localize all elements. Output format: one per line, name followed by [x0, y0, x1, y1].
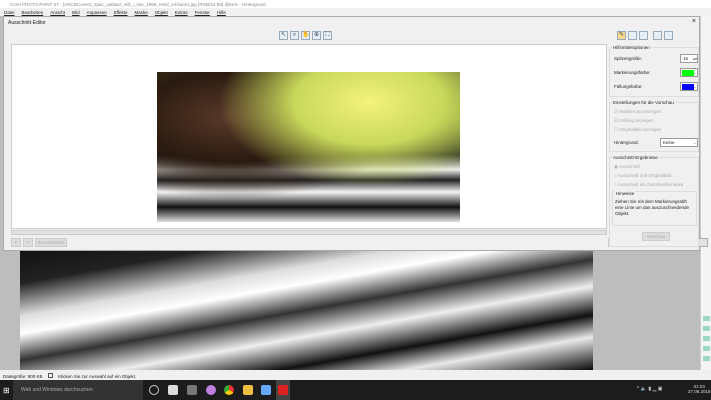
menu-hilfe[interactable]: Hilfe	[217, 10, 226, 15]
tool-a-icon[interactable]	[653, 31, 662, 40]
hint-box: Hinweise Ziehen Sie mit dem Markierungss…	[612, 191, 697, 226]
marker-color-label: Markierungsfarbe:	[614, 70, 651, 75]
menu-fenster[interactable]: Fenster	[195, 10, 210, 15]
label: Ausschnitt als Zuschneidemaske	[617, 182, 684, 187]
tool-options-group: Hilfsmitteloptionen Spitzengröße: 15 ▴▾ M…	[609, 45, 699, 97]
system-tray-icons[interactable]: ^ 🔈 ▮ ▁ ▣	[637, 386, 662, 392]
fill-icon[interactable]	[639, 31, 648, 40]
close-icon[interactable]: ×	[692, 18, 696, 25]
horizontal-scrollbar[interactable]	[11, 230, 607, 235]
file-explorer-icon[interactable]	[243, 385, 253, 395]
label: Ausschnitt und Originalbild	[617, 173, 672, 178]
reset-button[interactable]: Zurücksetzen	[35, 238, 67, 247]
result-clipmask-radio[interactable]: ○ Ausschnitt als Zuschneidemaske	[614, 182, 683, 187]
image-app-icon[interactable]	[261, 385, 271, 395]
menu-objekt[interactable]: Objekt	[155, 10, 168, 15]
zoom-tool-icon[interactable]: ⌕	[290, 31, 299, 40]
view-toolbar: ↖ ⌕ ✋ ⊕ ⛶	[279, 31, 332, 40]
cutout-editor-dialog: Ausschnitt-Editor × ↖ ⌕ ✋ ⊕ ⛶ ↶ ↷ Zurück…	[3, 16, 708, 251]
show-original-checkbox[interactable]: ☐ Originalbild anzeigen	[614, 127, 661, 133]
hint-heading: Hinweise	[615, 191, 636, 196]
menu-datei[interactable]: Datei	[4, 10, 15, 15]
fullscreen-icon[interactable]: ⛶	[323, 31, 332, 40]
document-image[interactable]	[20, 250, 593, 370]
group-heading: Einstellungen für die Vorschau	[612, 100, 675, 105]
menu-ansicht[interactable]: Ansicht	[50, 10, 65, 15]
tool-b-icon[interactable]	[664, 31, 673, 40]
redo-button[interactable]: ↷	[23, 238, 33, 247]
fill-color-picker[interactable]: ⌄	[680, 82, 698, 91]
group-heading: Hilfsmitteloptionen	[612, 45, 651, 50]
task-view-icon[interactable]	[149, 385, 159, 395]
status-message: Klicken Sie zur Auswahl auf ein Objekt.	[58, 373, 137, 379]
tip-size-label: Spitzengröße:	[614, 56, 643, 61]
tip-size-value: 15	[683, 56, 689, 61]
menu-bar: Datei Bearbeiten Ansicht Bild Anpassen E…	[0, 8, 711, 16]
background-label: Hintergrund:	[614, 140, 639, 145]
taskbar: ⊞ Web und Windows durchsuchen ^ 🔈 ▮ ▁ ▣ …	[0, 380, 711, 400]
corel-photopaint-taskbar-button[interactable]	[276, 380, 290, 400]
result-cutout-radio[interactable]: ◉ Ausschnitt	[614, 164, 640, 170]
result-cutout-original-radio[interactable]: ○ Ausschnitt und Originalbild	[614, 173, 671, 178]
menu-bild[interactable]: Bild	[72, 10, 80, 15]
pointer-tool-icon[interactable]: ↖	[279, 31, 288, 40]
background-value: Keine	[663, 140, 675, 145]
marker-color-picker[interactable]: ⌄	[680, 68, 698, 77]
pan-tool-icon[interactable]: ✋	[301, 31, 310, 40]
show-fill-checkbox[interactable]: ☑ Füllung anzeigen	[614, 118, 654, 124]
app-icon[interactable]	[187, 385, 197, 395]
windows-start-icon[interactable]: ⊞	[3, 386, 10, 395]
search-placeholder: Web und Windows durchsuchen	[21, 387, 93, 393]
label: Originalbild anzeigen	[619, 127, 662, 132]
file-size: Dateigröße: 900 KB	[3, 373, 43, 379]
zoom-fit-icon[interactable]: ⊕	[312, 31, 321, 40]
date: 27.08.2018	[688, 389, 711, 394]
preview-button[interactable]: Vorschau	[642, 232, 670, 241]
show-marker-checkbox[interactable]: ☑ Markierung anzeigen	[614, 109, 661, 115]
store-icon[interactable]	[168, 385, 178, 395]
label: Markierung anzeigen	[619, 109, 662, 114]
fill-color-label: Füllungsfarbe:	[614, 84, 643, 89]
label: Füllung anzeigen	[619, 118, 654, 123]
menu-anpassen[interactable]: Anpassen	[87, 10, 107, 15]
docker-panel[interactable]	[700, 16, 711, 370]
menu-bearbeiten[interactable]: Bearbeiten	[22, 10, 44, 15]
results-group: Ausschnitt-Ergebnisse ◉ Ausschnitt ○ Aus…	[609, 155, 699, 247]
chrome-icon[interactable]	[224, 385, 234, 395]
photos-icon[interactable]	[206, 385, 216, 395]
marker-pen-icon[interactable]: ✎	[617, 31, 626, 40]
tip-size-stepper[interactable]: 15 ▴▾	[680, 54, 698, 63]
menu-effekte[interactable]: Effekte	[114, 10, 128, 15]
app-title: Corel PHOTO-PAINT X7 - [ARCDCover2_2pac_…	[10, 1, 266, 7]
menu-extras[interactable]: Extras	[175, 10, 188, 15]
preview-image[interactable]	[157, 72, 460, 222]
hint-text: Ziehen Sie mit dem Markierungsstift eine…	[615, 199, 690, 216]
app-title-bar: Corel PHOTO-PAINT X7 - [ARCDCover2_2pac_…	[0, 0, 711, 8]
clock[interactable]: 01:03 27.08.2018	[688, 384, 711, 394]
undo-button[interactable]: ↶	[11, 238, 21, 247]
dialog-title: Ausschnitt-Editor	[8, 20, 46, 26]
status-bar: Dateigröße: 900 KB Klicken Sie zur Auswa…	[0, 370, 711, 380]
preview-settings-group: Einstellungen für die Vorschau ☑ Markier…	[609, 100, 699, 152]
taskbar-search[interactable]: Web und Windows durchsuchen	[13, 380, 143, 400]
group-heading: Ausschnitt-Ergebnisse	[612, 155, 659, 160]
eraser-icon[interactable]	[628, 31, 637, 40]
menu-maske[interactable]: Maske	[135, 10, 148, 15]
preview-canvas[interactable]	[11, 44, 607, 229]
info-toggle-icon[interactable]	[47, 372, 53, 378]
label: Ausschnitt	[618, 164, 640, 169]
background-select[interactable]: Keine ⌄	[660, 138, 698, 147]
